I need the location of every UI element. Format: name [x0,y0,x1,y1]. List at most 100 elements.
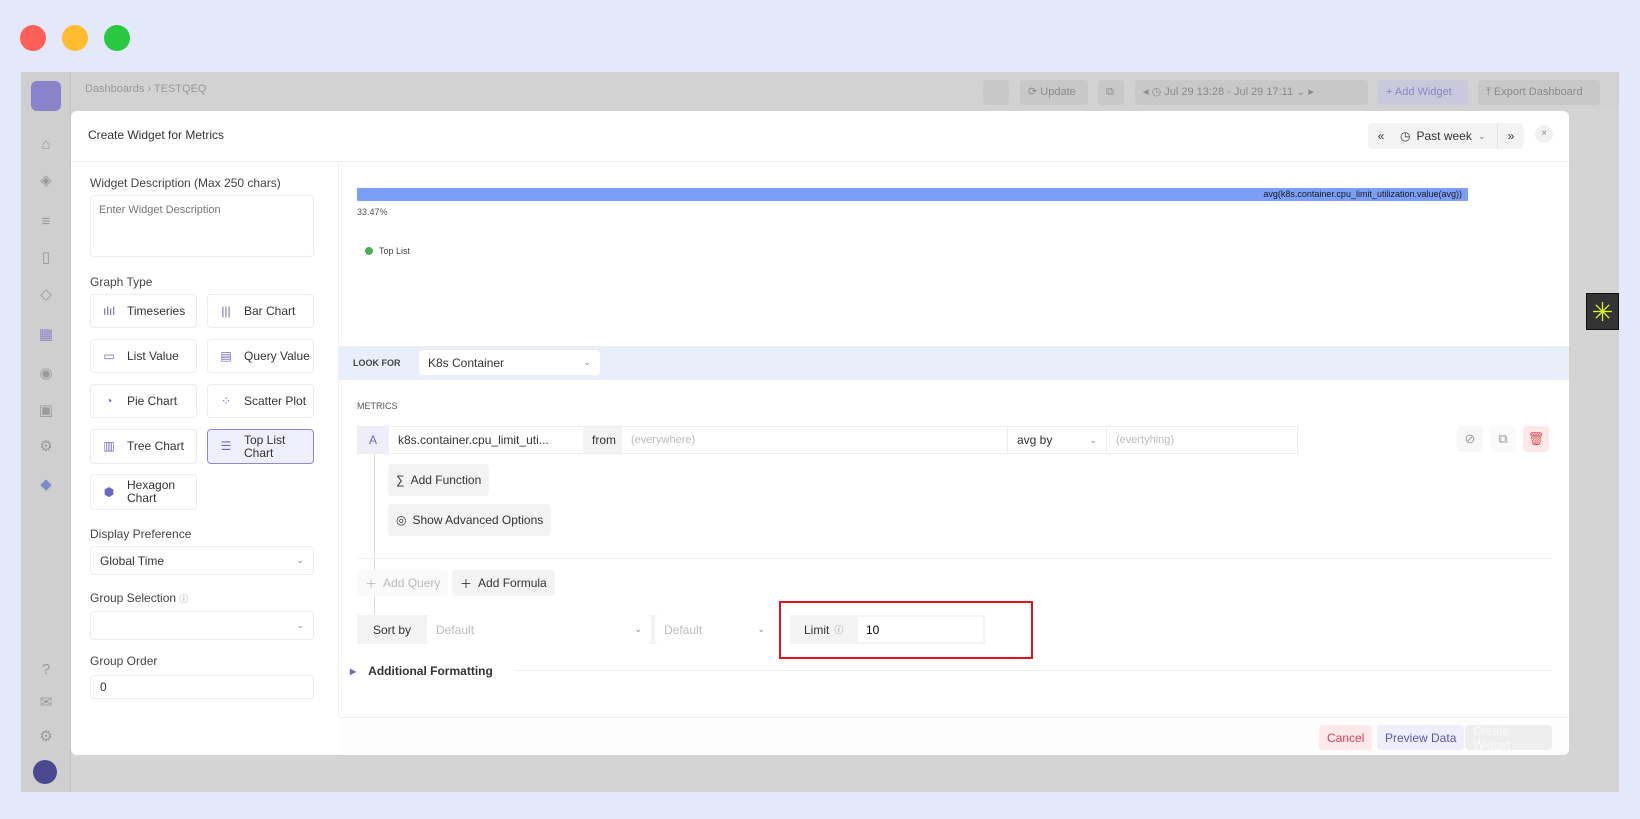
top-list-icon: ☰ [220,439,232,453]
window-maximize-button[interactable] [104,25,130,51]
settings-panel: Widget Description (Max 250 chars) Graph… [71,162,339,717]
toplist-bar-label: avg(k8s.container.cpu_limit_utilization.… [1263,189,1462,199]
add-widget-button[interactable]: + Add Widget [1378,80,1468,105]
graph-type-label: Graph Type [90,275,153,289]
toplist-bar[interactable]: avg(k8s.container.cpu_limit_utilization.… [357,188,1468,201]
time-selector: « ◷ Past week ⌄ » [1368,123,1524,149]
create-widget-button[interactable]: Create Widget [1465,724,1552,752]
group-selection-select[interactable]: ⌄ [90,611,314,640]
graph-type-tree-chart[interactable]: ▥ Tree Chart [90,429,197,464]
query-value-icon: ▤ [220,348,232,363]
layers-icon[interactable]: ◈ [36,171,56,191]
settings-icon[interactable]: ⚙ [36,437,56,457]
aggregation-select[interactable]: avg by ⌄ [1007,427,1106,453]
graph-type-pie-chart[interactable]: ◔ Pie Chart [90,384,197,418]
highlight-box [779,601,1033,659]
sort-field-select[interactable]: Default ⌄ [427,615,651,644]
sort-order-select[interactable]: Default ⌄ [655,615,774,644]
export-dashboard-button[interactable]: ⤒ Export Dashboard [1478,80,1600,105]
toplist-value: 33.47% [357,207,388,217]
export-label: Export Dashboard [1493,86,1583,98]
query-letter: A [358,427,389,453]
group-order-label: Group Order [90,654,158,668]
copy-query-button[interactable]: ⧉ [1490,426,1516,452]
create-widget-modal: Create Widget for Metrics « ◷ Past week ⌄ … [71,111,1569,755]
tree-chart-icon: ▥ [103,439,115,453]
graph-type-label: Pie Chart [127,393,178,408]
add-query-label: Add Query [383,576,441,590]
preview-data-button[interactable]: Preview Data [1377,725,1465,750]
legend-item[interactable]: Top List [365,246,410,256]
diamond-icon[interactable]: ◆ [36,475,56,495]
breadcrumb-dashboards[interactable]: Dashboards [85,83,144,95]
modal-title: Create Widget for Metrics [88,128,225,142]
display-preference-select[interactable]: Global Time ⌄ [90,546,314,575]
update-button[interactable]: ⟳ Update [1020,80,1088,105]
calendar-icon[interactable]: ▣ [36,401,56,421]
look-for-select[interactable]: K8s Container ⌄ [419,350,600,375]
add-formula-button[interactable]: ＋ Add Formula [452,570,555,596]
close-modal-button[interactable]: × [1535,125,1553,143]
graph-type-scatter-plot[interactable]: ⁘ Scatter Plot [207,384,314,418]
chevron-down-icon: ⌄ [757,624,765,634]
group-by-input[interactable]: (evertyhing) [1106,427,1299,453]
additional-formatting-toggle[interactable]: ▶ Additional Formatting [350,664,493,678]
graph-type-hexagon-chart[interactable]: ⬢ Hexagon Chart [90,474,197,510]
show-advanced-options-button[interactable]: ◎ Show Advanced Options [388,504,552,536]
group-order-input[interactable]: 0 [90,675,314,699]
window-close-button[interactable] [20,25,46,51]
mail-icon[interactable]: ✉ [36,693,56,713]
prev-range-button[interactable]: « [1368,129,1394,143]
sort-by-label: Sort by [373,622,412,637]
robot-icon[interactable]: ◉ [36,364,56,384]
chevron-down-icon: ⌄ [1089,434,1097,445]
additional-formatting-label: Additional Formatting [368,664,493,678]
sort-field-value: Default [436,622,475,637]
time-range-select[interactable]: ◷ Past week ⌄ [1394,123,1498,149]
graph-type-label: Tree Chart [127,439,184,453]
add-query-button[interactable]: ＋ Add Query [357,570,449,596]
graph-type-bar-chart[interactable]: ||| Bar Chart [207,294,314,328]
hide-query-button[interactable]: ⊘ [1457,426,1483,452]
graph-type-top-list-chart[interactable]: ☰ Top List Chart [207,429,314,464]
blank-button[interactable] [983,80,1009,105]
avatar[interactable] [33,760,57,784]
description-input[interactable] [90,195,314,257]
graph-type-list-value[interactable]: ▭ List Value [90,339,197,373]
group-order-value: 0 [100,680,107,694]
app-logo[interactable] [31,81,61,111]
aggregation-value: avg by [1017,433,1053,447]
dashboard-icon[interactable]: ▦ [36,325,56,345]
copy-button[interactable]: ⧉ [1098,80,1124,105]
add-function-button[interactable]: ∑ Add Function [388,464,490,496]
window-minimize-button[interactable] [62,25,88,51]
graph-type-timeseries[interactable]: ılıl Timeseries [90,294,197,328]
delete-query-button[interactable]: 🗑 [1523,426,1549,452]
from-label: from [583,427,622,453]
date-range-label: Jul 29 13:28 - Jul 29 17:11 [1164,86,1294,98]
scatter-plot-icon: ⁘ [220,393,232,408]
home-icon[interactable]: ⌂ [36,135,56,155]
assistant-widget-button[interactable]: ✳ [1586,293,1619,330]
chevron-down-icon: ⌄ [296,620,304,630]
metric-select[interactable]: k8s.container.cpu_limit_uti... [389,427,583,453]
gear-icon[interactable]: ⚙ [36,727,56,747]
chevron-down-icon: ⌄ [296,555,304,565]
next-range-button[interactable]: » [1498,129,1524,143]
date-range-picker[interactable]: ◂ ◷ Jul 29 13:28 - Jul 29 17:11 ⌄ ▸ [1135,80,1368,105]
advanced-label: Show Advanced Options [412,513,544,527]
cancel-button[interactable]: Cancel [1319,725,1373,750]
toplist-preview: avg(k8s.container.cpu_limit_utilization.… [339,162,1569,346]
graph-type-label: Timeseries [127,303,186,318]
where-filter-input[interactable]: (everywhere) [622,427,1007,453]
cube-icon[interactable]: ◇ [36,285,56,305]
chevron-down-icon: ⌄ [583,357,591,367]
document-icon[interactable]: ▯ [36,248,56,268]
list-icon[interactable]: ≡ [36,212,56,232]
graph-type-label: Bar Chart [244,303,296,318]
graph-type-query-value[interactable]: ▤ Query Value [207,339,314,373]
graph-type-label: Scatter Plot [244,393,307,408]
divider [357,558,1552,559]
help-icon[interactable]: ? [36,660,56,680]
display-preference-label: Display Preference [90,527,192,541]
